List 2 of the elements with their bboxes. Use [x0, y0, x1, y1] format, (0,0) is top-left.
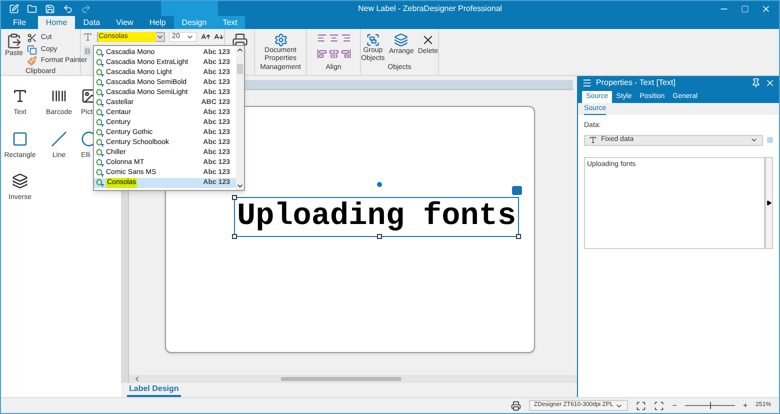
panel-title: Properties - Text [Text]	[596, 77, 676, 89]
window-title: New Label - ZebraDesigner Professional	[358, 2, 502, 14]
